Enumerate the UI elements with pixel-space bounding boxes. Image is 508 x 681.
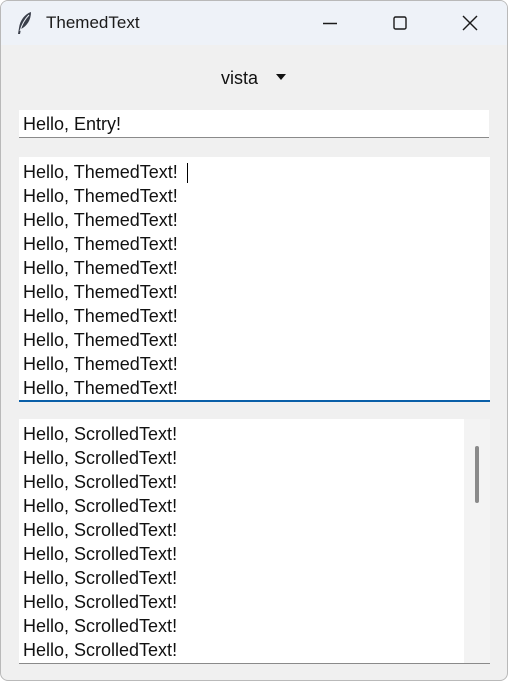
text-line: Hello, ThemedText! <box>23 186 178 206</box>
text-line: Hello, ScrolledText! <box>23 472 178 492</box>
text-line: Hello, ThemedText! <box>23 258 178 278</box>
feather-icon <box>15 11 35 35</box>
scrolled-text-area[interactable]: Hello, ScrolledText! Hello, ScrolledText… <box>19 419 490 664</box>
minimize-icon <box>323 22 337 25</box>
theme-select[interactable]: vista <box>209 63 305 93</box>
text-line: Hello, ThemedText! <box>23 282 178 302</box>
chevron-down-icon[interactable] <box>275 73 287 81</box>
window-title: ThemedText <box>46 13 140 32</box>
text-line: Hello, ThemedText! <box>23 234 178 254</box>
maximize-icon <box>393 16 407 30</box>
themed-text-area[interactable]: Hello, ThemedText! Hello, ThemedText! He… <box>19 157 490 402</box>
text-line: Hello, ThemedText! <box>23 162 178 182</box>
text-line: Hello, ThemedText! <box>23 210 178 230</box>
text-line: Hello, ThemedText! <box>23 378 178 398</box>
vertical-scrollbar[interactable] <box>464 419 490 663</box>
minimize-button[interactable] <box>295 1 365 45</box>
text-caret <box>187 163 188 183</box>
theme-select-value: vista <box>221 68 259 88</box>
text-line: Hello, ScrolledText! <box>23 424 178 444</box>
text-line: Hello, ScrolledText! <box>23 568 178 588</box>
text-line: Hello, ScrolledText! <box>23 640 178 660</box>
entry-value: Hello, Entry! <box>23 114 122 134</box>
scrollbar-thumb[interactable] <box>475 446 479 503</box>
entry-field[interactable]: Hello, Entry! <box>19 110 489 138</box>
close-icon <box>462 15 478 31</box>
text-line: Hello, ThemedText! <box>23 330 178 350</box>
text-line: Hello, ScrolledText! <box>23 448 178 468</box>
text-line: Hello, ScrolledText! <box>23 496 178 516</box>
text-line: Hello, ScrolledText! <box>23 616 178 636</box>
title-bar[interactable]: ThemedText <box>1 1 507 45</box>
text-line: Hello, ScrolledText! <box>23 592 178 612</box>
text-line: Hello, ThemedText! <box>23 354 178 374</box>
text-line: Hello, ThemedText! <box>23 306 178 326</box>
text-line: Hello, ScrolledText! <box>23 520 178 540</box>
app-window: ThemedText vista Hello, Entry! Hello, Th… <box>0 0 508 681</box>
maximize-button[interactable] <box>365 1 435 45</box>
close-button[interactable] <box>435 1 505 45</box>
text-line: Hello, ScrolledText! <box>23 544 178 564</box>
